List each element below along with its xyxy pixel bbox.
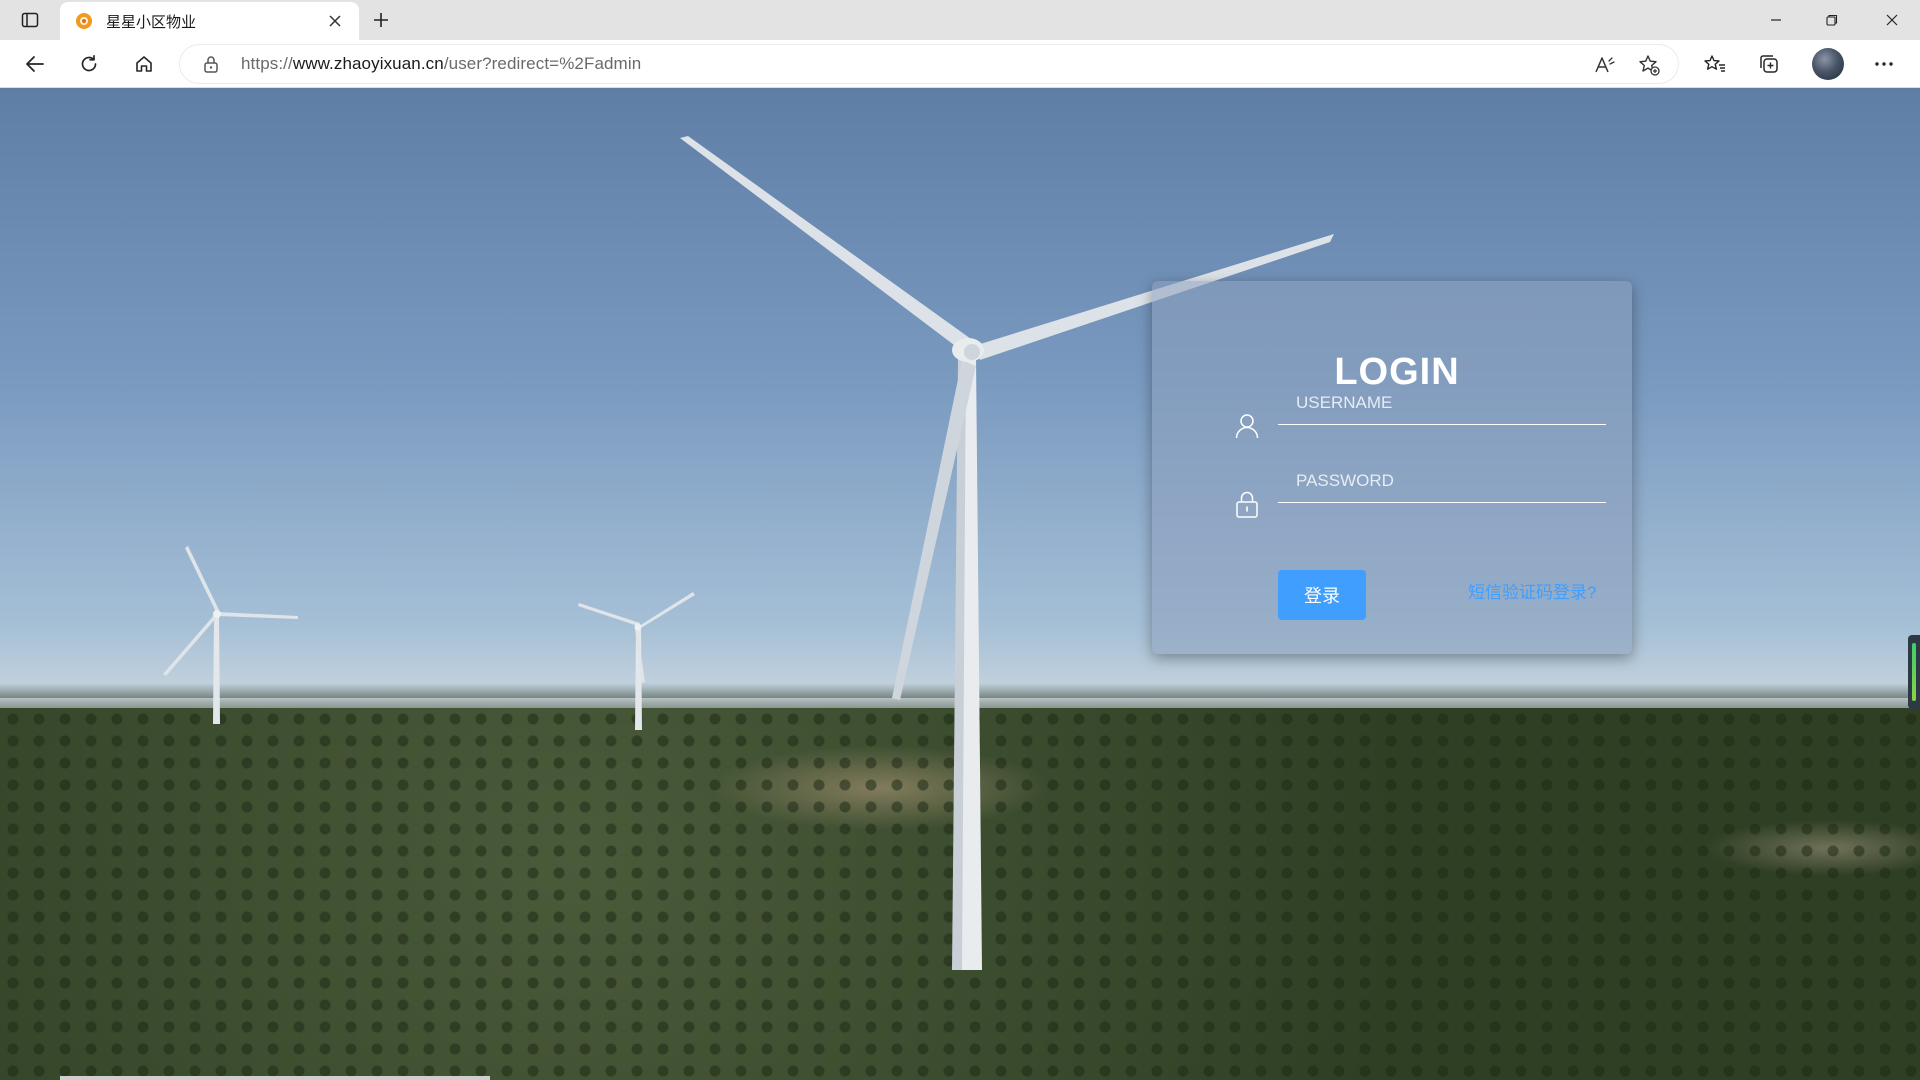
lock-icon <box>1232 490 1262 520</box>
plus-icon <box>374 13 388 27</box>
url-path: /user?redirect=%2Fadmin <box>443 54 642 73</box>
password-input[interactable]: PASSWORD <box>1278 463 1606 503</box>
favorites-button[interactable] <box>1698 48 1732 80</box>
login-button[interactable]: 登录 <box>1278 570 1366 620</box>
close-icon <box>329 15 341 27</box>
tab-title: 星星小区物业 <box>106 13 197 31</box>
wind-turbines-background <box>163 136 1334 970</box>
restore-icon <box>1826 14 1838 26</box>
url-text[interactable]: https://www.zhaoyixuan.cn/user?redirect=… <box>241 54 641 74</box>
horizontal-scrollbar[interactable] <box>60 1076 490 1080</box>
tab-actions-button[interactable] <box>14 6 46 34</box>
minimize-icon <box>1771 19 1781 21</box>
login-card: LOGIN USERNAME PASSWORD 登录 短信验证码登录? <box>1152 281 1632 654</box>
collections-button[interactable] <box>1752 48 1786 80</box>
read-aloud-button[interactable] <box>1592 53 1618 77</box>
collections-icon <box>1760 55 1778 73</box>
small-wind-turbine-left <box>163 546 298 724</box>
close-window-button[interactable] <box>1864 0 1920 40</box>
close-icon <box>1886 14 1898 26</box>
browser-toolbar: https://www.zhaoyixuan.cn/user?redirect=… <box>0 40 1920 88</box>
back-button[interactable] <box>18 48 52 80</box>
home-icon <box>136 56 152 72</box>
sms-login-link[interactable]: 短信验证码登录? <box>1468 578 1596 603</box>
refresh-button[interactable] <box>72 48 106 80</box>
read-aloud-icon <box>1595 57 1615 73</box>
tab-strip: 星星小区物业 <box>0 0 1920 40</box>
back-arrow-icon <box>26 56 44 72</box>
favorites-icon <box>1704 55 1725 72</box>
url-scheme: https:// <box>241 54 293 73</box>
settings-more-button[interactable] <box>1867 48 1901 80</box>
login-page: LOGIN USERNAME PASSWORD 登录 短信验证码登录? <box>0 88 1920 1080</box>
password-placeholder: PASSWORD <box>1296 471 1394 490</box>
browser-tab-active[interactable]: 星星小区物业 <box>60 2 359 40</box>
tab-actions-icon <box>21 12 39 28</box>
new-tab-button[interactable] <box>366 6 396 34</box>
username-input[interactable]: USERNAME <box>1278 385 1606 425</box>
restore-button[interactable] <box>1804 0 1860 40</box>
more-dots-icon <box>1875 62 1893 66</box>
url-domain: www.zhaoyixuan.cn <box>292 54 444 73</box>
lock-icon[interactable] <box>202 55 220 73</box>
address-bar[interactable]: https://www.zhaoyixuan.cn/user?redirect=… <box>180 45 1678 83</box>
add-favorite-button[interactable] <box>1636 53 1662 77</box>
username-placeholder: USERNAME <box>1296 393 1393 412</box>
side-widget-handle[interactable] <box>1908 635 1920 709</box>
minimize-button[interactable] <box>1748 0 1804 40</box>
home-button[interactable] <box>127 48 161 80</box>
refresh-icon <box>81 54 97 72</box>
user-icon <box>1232 411 1262 441</box>
orange-flower-icon <box>74 11 94 31</box>
profile-avatar[interactable] <box>1812 48 1844 80</box>
close-tab-button[interactable] <box>323 9 347 33</box>
small-wind-turbine-middle <box>578 592 695 730</box>
star-add-icon <box>1639 55 1660 76</box>
